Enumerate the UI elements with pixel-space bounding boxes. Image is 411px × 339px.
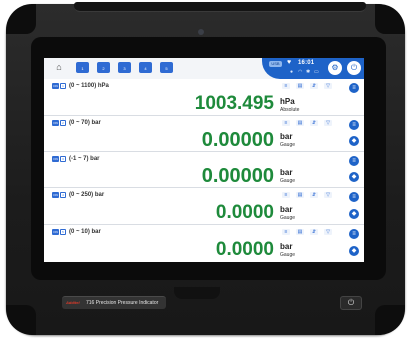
filter-icon[interactable]: ▽ (324, 120, 332, 126)
location-icon: ● (290, 69, 294, 75)
top-latch (74, 2, 366, 12)
pressure-mode: Absolute (280, 107, 300, 113)
pressure-unit: bar (280, 205, 293, 214)
channel-range: (0 ~ 1100) hPa (69, 83, 109, 89)
channel-on-toggle[interactable]: ON (52, 229, 59, 235)
hold-icon[interactable]: ▤ (296, 120, 304, 126)
display-screen: ⌂ 1 2 3 4 5 USB ♥ 16:01 ● ◠ ✱ ▭ ⚙ ⏻ ON 1… (44, 58, 364, 262)
pressure-value: 0.0000 (215, 202, 274, 223)
pressure-mode: Gauge (280, 252, 296, 258)
usb-badge: USB (269, 61, 282, 67)
pressure-mode: Gauge (280, 215, 296, 221)
channel-on-toggle[interactable]: ON (52, 192, 59, 198)
channel-5-button[interactable]: 5 (160, 62, 173, 73)
pressure-mode: Gauge (280, 178, 296, 184)
peak-icon[interactable]: ⇵ (310, 120, 318, 126)
channel-row: ON 1 (0 ~ 1100) hPa ≡ ▤ ⇵ ▽ ≡ 1003.495 h… (44, 79, 364, 116)
brand-logo: Additel (66, 300, 80, 305)
channel-range: (0 ~ 10) bar (69, 229, 101, 235)
product-name: 716 Precision Pressure Indicator (86, 300, 159, 306)
pressure-mode: Gauge (280, 142, 296, 148)
pressure-unit: bar (280, 132, 293, 141)
zero-icon[interactable]: ≡ (282, 192, 290, 198)
channel-menu-button[interactable]: ≡ (349, 229, 359, 239)
channel-menu-button[interactable]: ≡ (349, 120, 359, 130)
peak-icon[interactable]: ⇵ (310, 83, 318, 89)
hold-icon[interactable]: ▤ (296, 83, 304, 89)
hold-icon[interactable]: ▤ (296, 229, 304, 235)
channel-settings-button[interactable]: ◆ (349, 172, 359, 182)
channel-4-button[interactable]: 4 (139, 62, 152, 73)
power-icon[interactable]: ⏻ (347, 61, 361, 75)
channel-number: 2 (60, 120, 66, 126)
hold-icon[interactable]: ▤ (296, 192, 304, 198)
peak-icon[interactable]: ⇵ (310, 229, 318, 235)
gear-icon[interactable]: ⚙ (328, 61, 342, 75)
status-bar: ⌂ 1 2 3 4 5 USB ♥ 16:01 ● ◠ ✱ ▭ ⚙ ⏻ (44, 58, 364, 79)
channel-range: (0 ~ 70) bar (69, 120, 101, 126)
corner-bumper (375, 4, 405, 34)
camera (198, 29, 204, 35)
channel-settings-button[interactable]: ◆ (349, 209, 359, 219)
home-icon[interactable]: ⌂ (53, 61, 65, 73)
channel-number: 1 (60, 83, 66, 89)
corner-bumper (375, 305, 405, 335)
filter-icon[interactable]: ▽ (324, 229, 332, 235)
channel-on-toggle[interactable]: ON (52, 83, 59, 89)
signal-icon: ♥ (287, 59, 292, 66)
channel-menu-button[interactable]: ≡ (349, 83, 359, 93)
channel-number: 4 (60, 192, 66, 198)
channel-row: ON 3 (-1 ~ 7) bar ≡ ◆ 0.00000 bar Gauge (44, 152, 364, 188)
filter-icon[interactable]: ▽ (324, 83, 332, 89)
power-button[interactable]: ⏻ (340, 296, 362, 310)
channel-number: 3 (60, 156, 66, 162)
zero-icon[interactable]: ≡ (282, 229, 290, 235)
product-label-plate: Additel 716 Precision Pressure Indicator (62, 296, 166, 309)
channel-row: ON 5 (0 ~ 10) bar ≡ ▤ ⇵ ▽ ≡ ◆ 0.0000 bar… (44, 225, 364, 262)
battery-icon: ▭ (314, 69, 319, 75)
channel-range: (0 ~ 250) bar (69, 192, 105, 198)
channel-row: ON 4 (0 ~ 250) bar ≡ ▤ ⇵ ▽ ≡ ◆ 0.0000 ba… (44, 188, 364, 225)
bluetooth-icon: ✱ (306, 69, 311, 75)
peak-icon[interactable]: ⇵ (310, 192, 318, 198)
channel-menu-button[interactable]: ≡ (349, 156, 359, 166)
zero-icon[interactable]: ≡ (282, 120, 290, 126)
pressure-unit: bar (280, 168, 293, 177)
channel-settings-button[interactable]: ◆ (349, 246, 359, 256)
filter-icon[interactable]: ▽ (324, 192, 332, 198)
channel-range: (-1 ~ 7) bar (69, 156, 100, 162)
channel-number: 5 (60, 229, 66, 235)
pressure-value: 0.0000 (215, 239, 274, 260)
pressure-value: 0.00000 (201, 165, 274, 187)
channel-on-toggle[interactable]: ON (52, 120, 59, 126)
pressure-unit: bar (280, 242, 293, 251)
clock: 16:01 (298, 60, 315, 66)
channel-1-button[interactable]: 1 (76, 62, 89, 73)
channel-2-button[interactable]: 2 (97, 62, 110, 73)
wifi-icon: ◠ (298, 69, 303, 75)
corner-bumper (6, 4, 36, 34)
channel-menu-button[interactable]: ≡ (349, 192, 359, 202)
zero-icon[interactable]: ≡ (282, 83, 290, 89)
pressure-value: 1003.495 (194, 93, 274, 114)
corner-bumper (6, 305, 36, 335)
channel-on-toggle[interactable]: ON (52, 156, 59, 162)
pressure-value: 0.00000 (201, 129, 274, 151)
pressure-unit: hPa (280, 97, 295, 106)
bottom-notch (174, 287, 220, 299)
channel-settings-button[interactable]: ◆ (349, 136, 359, 146)
channel-3-button[interactable]: 3 (118, 62, 131, 73)
system-status-panel: USB ♥ 16:01 ● ◠ ✱ ▭ ⚙ ⏻ (262, 58, 364, 79)
channel-row: ON 2 (0 ~ 70) bar ≡ ▤ ⇵ ▽ ≡ ◆ 0.00000 ba… (44, 116, 364, 152)
